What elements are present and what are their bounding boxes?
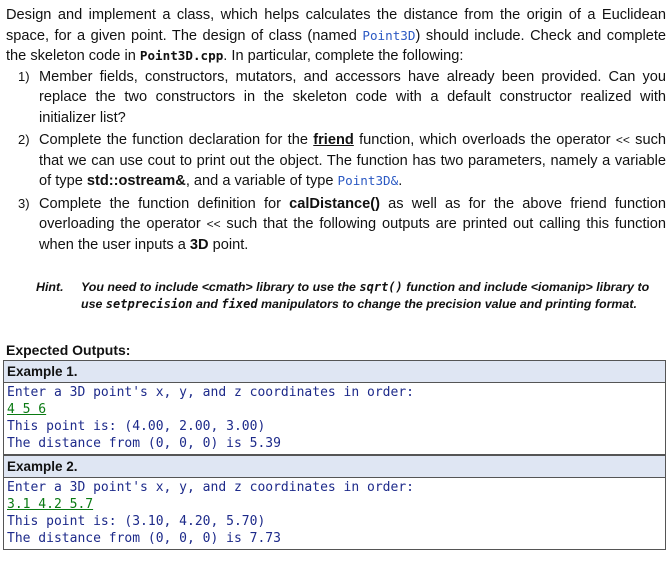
hint-text: You need to include <cmath> library to u… <box>81 279 656 313</box>
example-console: Enter a 3D point's x, y, and z coordinat… <box>4 383 665 454</box>
expected-outputs-title: Expected Outputs: <box>3 341 666 361</box>
expected-outputs-table: Expected Outputs: Example 1. Enter a 3D … <box>3 341 666 550</box>
hint-text-part: and <box>192 297 222 311</box>
fixed-manipulator: fixed <box>221 297 258 311</box>
operator-symbol: << <box>206 217 221 231</box>
point-type: Point3D& <box>337 173 399 188</box>
console-output-distance: The distance from (0, 0, 0) is 5.39 <box>7 436 281 451</box>
console-prompt: Enter a 3D point's x, y, and z coordinat… <box>7 385 414 400</box>
hint-text-part: manipulators to change the precision val… <box>257 297 637 311</box>
operator-symbol: << <box>615 133 630 147</box>
task-text: , and a variable of type <box>185 173 338 189</box>
ostream-type: std::ostream& <box>86 173 186 189</box>
sqrt-function: sqrt() <box>359 280 403 294</box>
task-text: point. <box>208 236 249 253</box>
hint-block: Hint. You need to include <cmath> librar… <box>36 279 656 313</box>
console-prompt: Enter a 3D point's x, y, and z coordinat… <box>7 480 414 495</box>
console-output-point: This point is: (3.10, 4.20, 5.70) <box>7 514 266 529</box>
task-text: Member fields, constructors, mutators, a… <box>39 68 666 126</box>
function-name: calDistance() <box>289 195 380 212</box>
console-output-distance: The distance from (0, 0, 0) is 7.73 <box>7 531 281 546</box>
friend-keyword: friend <box>313 132 354 148</box>
task-number: 1) <box>18 68 30 84</box>
task-list: 1) Member fields, constructors, mutators… <box>6 67 666 256</box>
task-text: function, which overloads the operator <box>353 132 616 148</box>
example-2: Example 2. Enter a 3D point's x, y, and … <box>3 455 666 550</box>
example-label: Example 1. <box>4 361 665 383</box>
hint-label: Hint. <box>36 280 64 294</box>
dimension-label: 3D <box>189 236 209 253</box>
console-output-point: This point is: (4.00, 2.00, 3.00) <box>7 419 266 434</box>
hint-text-part: You need to include <cmath> library to u… <box>81 280 360 294</box>
task-text: Complete the function declaration for th… <box>39 132 314 148</box>
task-item-3: 3) Complete the function definition for … <box>6 194 666 256</box>
task-number: 3) <box>18 195 30 211</box>
console-user-input: 4 5 6 <box>7 402 47 417</box>
intro-paragraph: Design and implement a class, which help… <box>6 5 666 67</box>
task-number: 2) <box>18 132 30 147</box>
assignment-document: Design and implement a class, which help… <box>6 5 666 257</box>
task-text: . <box>398 173 403 189</box>
file-name: Point3D.cpp <box>139 48 224 63</box>
example-label: Example 2. <box>4 455 665 478</box>
task-item-2: 2) Complete the function declaration for… <box>6 130 666 192</box>
setprecision-manipulator: setprecision <box>105 297 193 311</box>
class-name: Point3D <box>362 27 416 43</box>
example-1: Example 1. Enter a 3D point's x, y, and … <box>3 361 666 455</box>
task-text: Complete the function definition for <box>39 195 290 212</box>
intro-text: . In particular, complete the following: <box>223 48 464 64</box>
console-user-input: 3.1 4.2 5.7 <box>7 497 94 512</box>
example-console: Enter a 3D point's x, y, and z coordinat… <box>4 478 665 549</box>
task-item-1: 1) Member fields, constructors, mutators… <box>6 67 666 129</box>
